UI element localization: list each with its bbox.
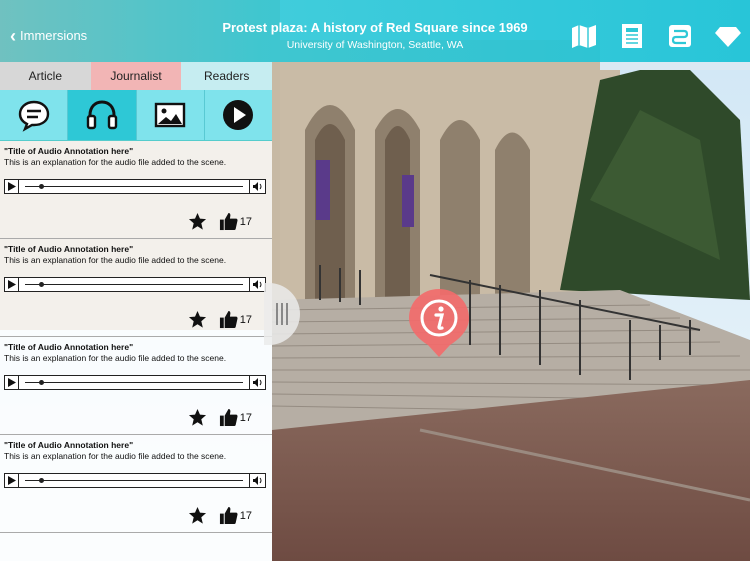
thumbs-up-icon <box>219 310 238 329</box>
scrubber-handle[interactable] <box>39 282 44 287</box>
source-tabs: Article Journalist Readers <box>0 62 273 90</box>
like-button[interactable]: 17 <box>219 212 252 231</box>
top-bar: ‹ Immersions Protest plaza: A history of… <box>0 0 750 62</box>
page-title: Protest plaza: A history of Red Square s… <box>222 20 528 35</box>
info-hotspot-icon[interactable] <box>406 287 472 359</box>
play-icon <box>8 476 16 485</box>
thumbs-up-icon <box>219 506 238 525</box>
image-icon <box>154 102 186 128</box>
volume-icon <box>252 280 261 289</box>
audio-player <box>4 179 266 194</box>
video-filter-button[interactable] <box>205 90 272 140</box>
annotation-title: "Title of Audio Annotation here" <box>4 440 134 450</box>
play-button[interactable] <box>5 180 19 193</box>
play-icon <box>8 280 16 289</box>
volume-icon <box>252 378 261 387</box>
annotation-actions: 17 <box>188 408 252 427</box>
text-filter-button[interactable] <box>0 90 69 140</box>
scrubber-handle[interactable] <box>39 184 44 189</box>
play-button[interactable] <box>5 278 19 291</box>
star-icon[interactable] <box>188 506 207 525</box>
headphones-icon <box>86 100 118 130</box>
media-type-bar <box>0 90 272 141</box>
map-icon[interactable] <box>570 22 598 50</box>
star-icon[interactable] <box>188 212 207 231</box>
annotation-description: This is an explanation for the audio fil… <box>4 353 227 363</box>
annotation-title: "Title of Audio Annotation here" <box>4 146 134 156</box>
volume-icon <box>252 182 261 191</box>
audio-player <box>4 277 266 292</box>
volume-button[interactable] <box>249 376 265 389</box>
scrubber-handle[interactable] <box>39 478 44 483</box>
like-button[interactable]: 17 <box>219 310 252 329</box>
list-item: "Title of Audio Annotation here" This is… <box>0 141 272 239</box>
tab-article[interactable]: Article <box>0 62 91 90</box>
annotation-actions: 17 <box>188 506 252 525</box>
audio-scrubber[interactable] <box>19 180 249 193</box>
star-icon[interactable] <box>188 310 207 329</box>
annotation-description: This is an explanation for the audio fil… <box>4 451 227 461</box>
back-button[interactable]: ‹ Immersions <box>10 25 88 46</box>
audio-scrubber[interactable] <box>19 474 249 487</box>
audio-filter-button[interactable] <box>68 90 137 140</box>
gem-icon[interactable] <box>714 22 742 50</box>
top-toolbar <box>570 22 742 50</box>
tab-readers[interactable]: Readers <box>181 62 273 90</box>
play-circle-icon <box>223 100 254 130</box>
article-icon[interactable] <box>618 22 646 50</box>
audio-player <box>4 473 266 488</box>
scrubber-handle[interactable] <box>39 380 44 385</box>
tab-journalist[interactable]: Journalist <box>90 62 182 90</box>
chat-bubble-icon <box>18 100 49 132</box>
image-filter-button[interactable] <box>137 90 205 140</box>
volume-button[interactable] <box>249 278 265 291</box>
like-count: 17 <box>239 509 252 522</box>
annotations-panel: Article Journalist Readers "Title of Aud… <box>0 62 273 561</box>
volume-button[interactable] <box>249 180 265 193</box>
annotation-actions: 17 <box>188 310 252 329</box>
play-icon <box>8 378 16 387</box>
like-count: 17 <box>239 313 252 326</box>
annotation-list: "Title of Audio Annotation here" This is… <box>0 141 272 561</box>
back-label: Immersions <box>20 28 88 43</box>
title-block: Protest plaza: A history of Red Square s… <box>200 20 550 51</box>
route-icon[interactable] <box>666 22 694 50</box>
like-button[interactable]: 17 <box>219 506 252 525</box>
list-item: "Title of Audio Annotation here" This is… <box>0 337 272 435</box>
audio-scrubber[interactable] <box>19 278 249 291</box>
annotation-description: This is an explanation for the audio fil… <box>4 157 227 167</box>
list-item: "Title of Audio Annotation here" This is… <box>0 239 272 337</box>
audio-player <box>4 375 266 390</box>
annotation-title: "Title of Audio Annotation here" <box>4 244 134 254</box>
play-icon <box>8 182 16 191</box>
chevron-left-icon: ‹ <box>10 25 16 46</box>
page-subtitle: University of Washington, Seattle, WA <box>286 39 464 51</box>
audio-scrubber[interactable] <box>19 376 249 389</box>
annotation-description: This is an explanation for the audio fil… <box>4 255 227 265</box>
play-button[interactable] <box>5 376 19 389</box>
like-button[interactable]: 17 <box>219 408 252 427</box>
star-icon[interactable] <box>188 408 207 427</box>
thumbs-up-icon <box>219 408 238 427</box>
annotation-actions: 17 <box>188 212 252 231</box>
thumbs-up-icon <box>219 212 238 231</box>
play-button[interactable] <box>5 474 19 487</box>
like-count: 17 <box>239 411 252 424</box>
volume-button[interactable] <box>249 474 265 487</box>
like-count: 17 <box>239 215 252 228</box>
volume-icon <box>252 476 261 485</box>
annotation-title: "Title of Audio Annotation here" <box>4 342 134 352</box>
list-item: "Title of Audio Annotation here" This is… <box>0 435 272 533</box>
